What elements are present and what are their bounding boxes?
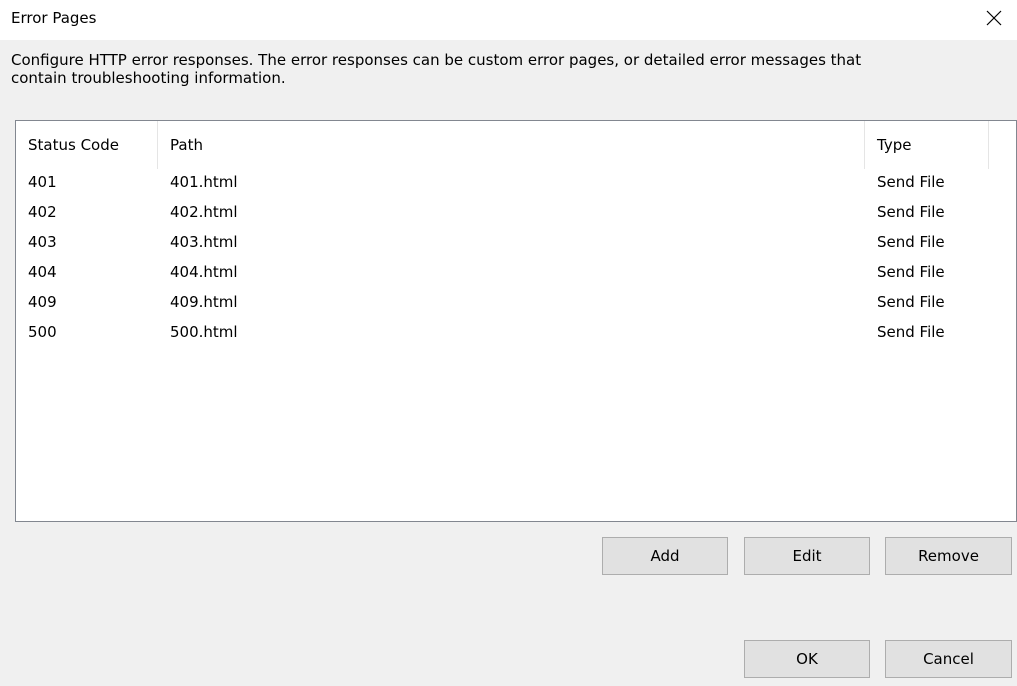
status-code-cell: 402 <box>28 203 57 221</box>
dialog-description: Configure HTTP error responses. The erro… <box>11 51 862 87</box>
column-header-label: Type <box>877 136 912 154</box>
status-code-cell: 404 <box>28 263 57 281</box>
status-code-cell: 500 <box>28 323 57 341</box>
path-cell: 403.html <box>170 233 238 251</box>
error-pages-list[interactable]: Status Code Path Type 401 401.html Send … <box>15 120 1017 522</box>
column-header-type[interactable]: Type <box>865 121 989 169</box>
path-cell: 404.html <box>170 263 238 281</box>
add-button[interactable]: Add <box>602 537 728 575</box>
list-rows: 401 401.html Send File 402 402.html Send… <box>16 172 1016 352</box>
type-cell: Send File <box>877 293 945 311</box>
error-pages-dialog: Error Pages Configure HTTP error respons… <box>0 0 1017 686</box>
status-code-cell: 409 <box>28 293 57 311</box>
type-cell: Send File <box>877 203 945 221</box>
list-row[interactable]: 409 409.html Send File <box>16 292 1016 322</box>
column-header-label: Path <box>170 136 203 154</box>
status-code-cell: 401 <box>28 173 57 191</box>
column-header-label: Status Code <box>28 136 119 154</box>
list-header: Status Code Path Type <box>16 121 1016 169</box>
close-icon <box>986 10 1002 26</box>
ok-button[interactable]: OK <box>744 640 870 678</box>
list-row[interactable]: 404 404.html Send File <box>16 262 1016 292</box>
dialog-title: Error Pages <box>11 9 97 27</box>
path-cell: 402.html <box>170 203 238 221</box>
edit-button[interactable]: Edit <box>744 537 870 575</box>
type-cell: Send File <box>877 233 945 251</box>
path-cell: 500.html <box>170 323 238 341</box>
type-cell: Send File <box>877 263 945 281</box>
close-button[interactable] <box>971 0 1017 36</box>
title-bar: Error Pages <box>0 0 1017 40</box>
type-cell: Send File <box>877 173 945 191</box>
column-header-path[interactable]: Path <box>158 121 865 169</box>
path-cell: 409.html <box>170 293 238 311</box>
status-code-cell: 403 <box>28 233 57 251</box>
type-cell: Send File <box>877 323 945 341</box>
column-header-status-code[interactable]: Status Code <box>16 121 158 169</box>
cancel-button[interactable]: Cancel <box>885 640 1012 678</box>
remove-button[interactable]: Remove <box>885 537 1012 575</box>
list-row[interactable]: 402 402.html Send File <box>16 202 1016 232</box>
list-row[interactable]: 500 500.html Send File <box>16 322 1016 352</box>
list-row[interactable]: 401 401.html Send File <box>16 172 1016 202</box>
path-cell: 401.html <box>170 173 238 191</box>
list-row[interactable]: 403 403.html Send File <box>16 232 1016 262</box>
